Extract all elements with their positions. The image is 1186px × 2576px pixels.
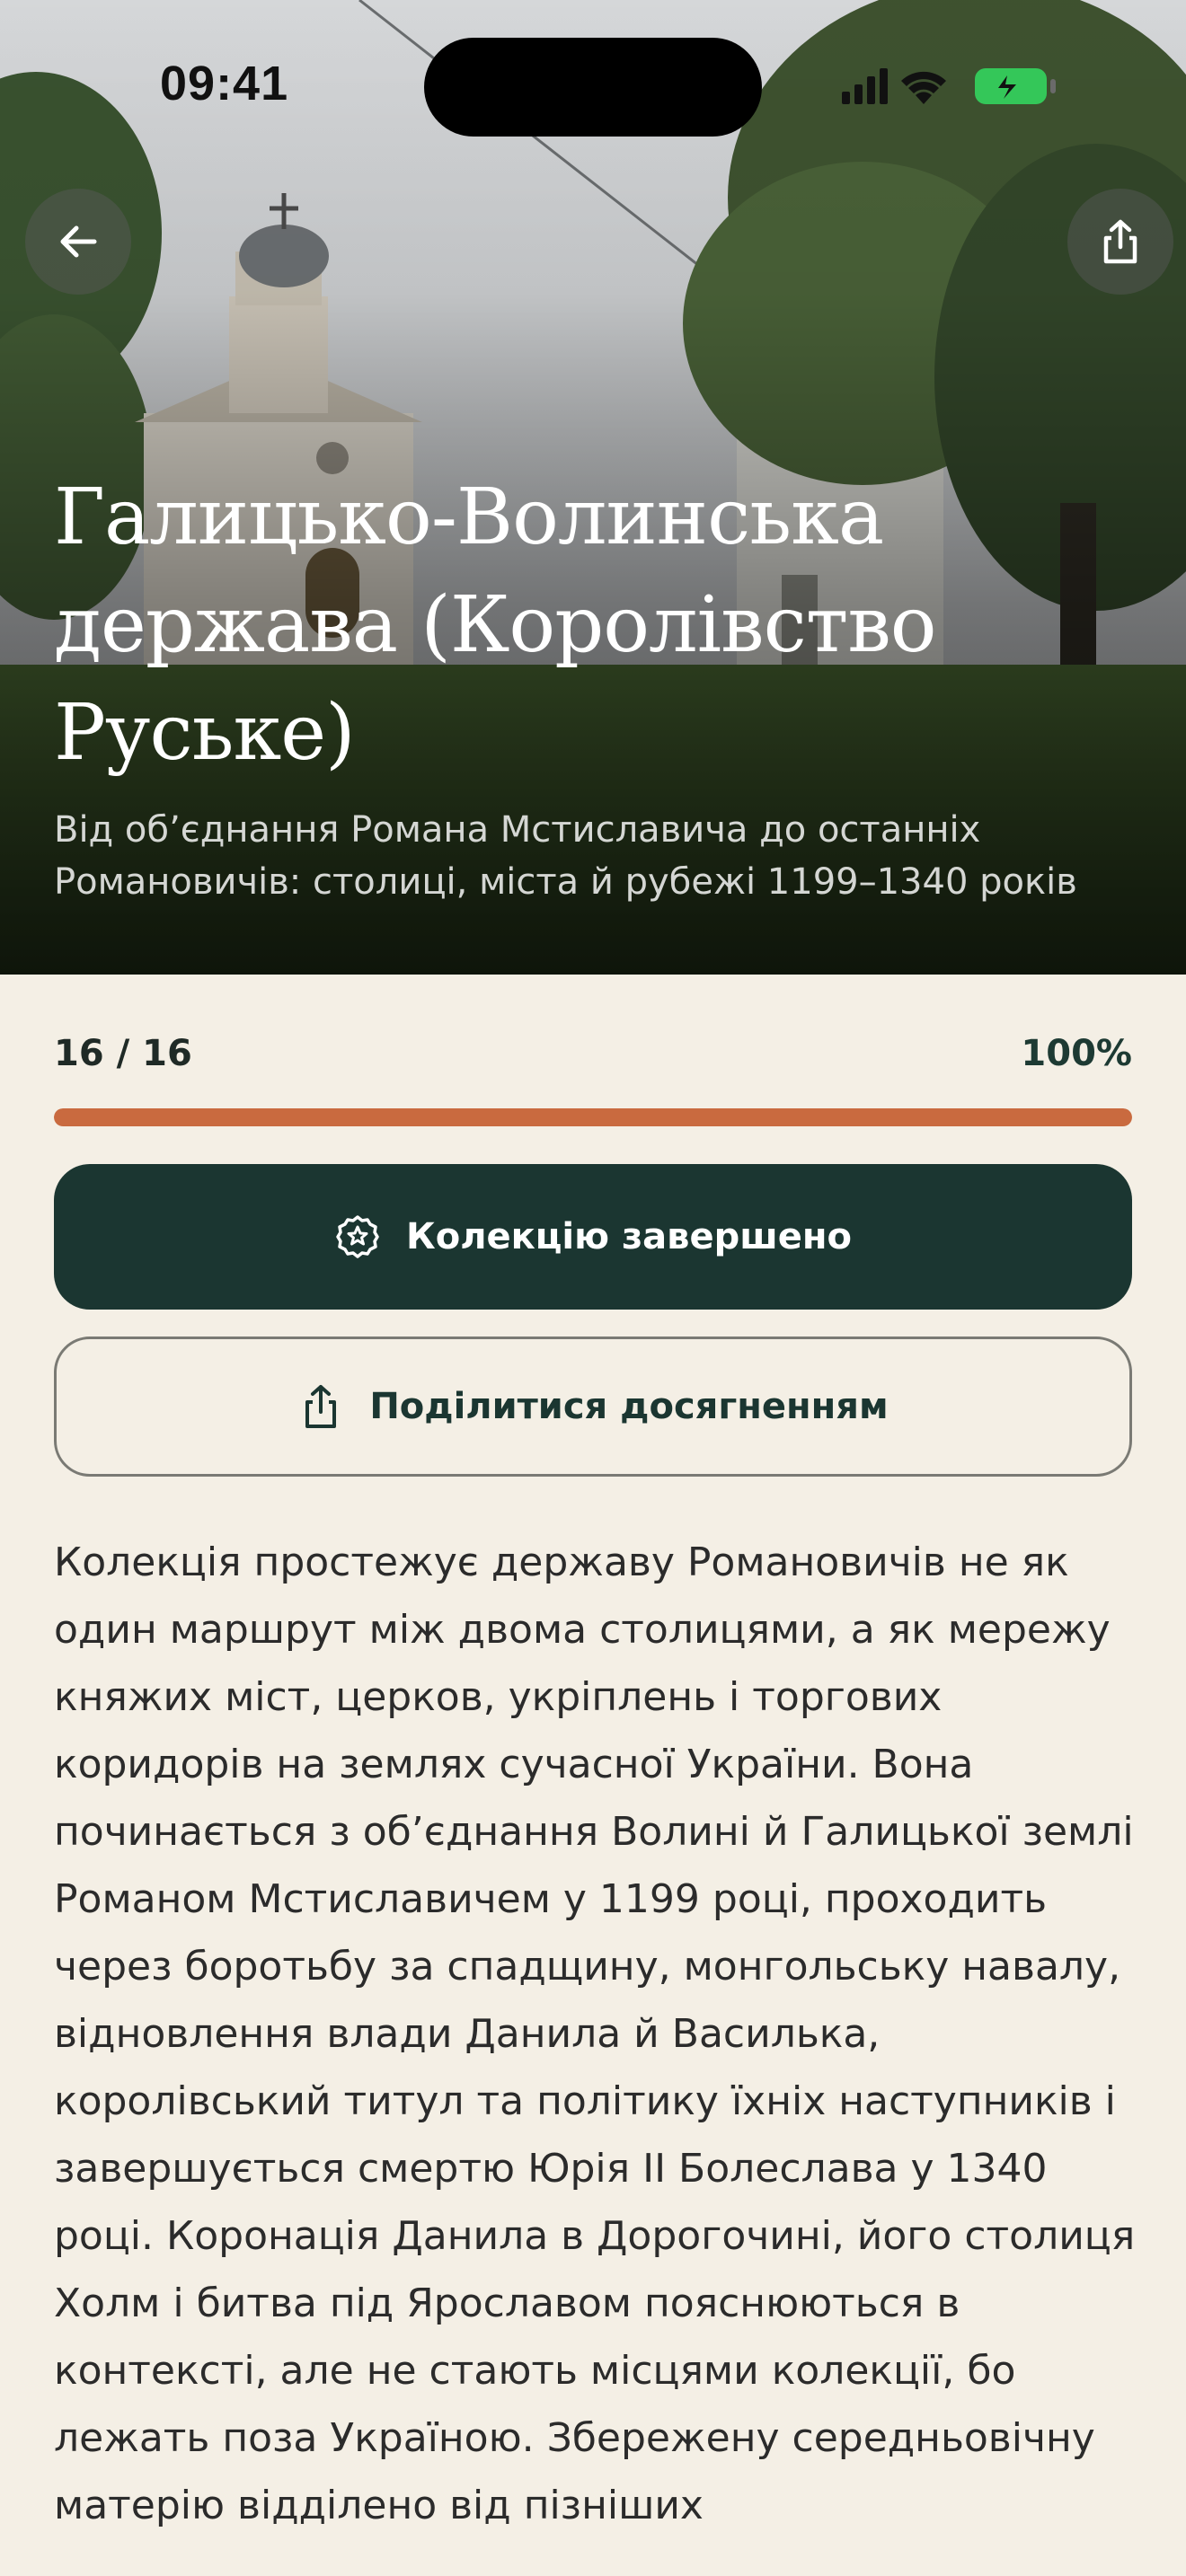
progress-percent: 100% [1021, 1033, 1132, 1074]
collection-screen: 09:41 Галицько-Волинська держава (Королі… [0, 0, 1186, 2576]
progress-count: 16 / 16 [54, 1033, 192, 1074]
collection-description: Колекція простежує державу Романовичів н… [54, 1539, 1136, 2528]
share-icon [1103, 219, 1137, 264]
progress-bar [54, 1108, 1132, 1126]
signal-icon [842, 68, 888, 104]
collection-subtitle: Від об’єднання Романа Мстиславича до ост… [54, 809, 1077, 903]
collection-completed-label: Колекцію завершено [406, 1216, 852, 1257]
collection-title: Галицько-Волинська держава (Королівство … [54, 472, 937, 778]
back-button[interactable] [25, 189, 131, 295]
hero-header: 09:41 Галицько-Волинська держава (Королі… [0, 0, 1186, 975]
progress-bar-fill [54, 1108, 1132, 1126]
award-medal-icon [336, 1215, 379, 1258]
share-achievement-label: Поділитися досягненням [369, 1386, 889, 1427]
share-achievement-button[interactable]: Поділитися досягненням [54, 1337, 1132, 1477]
battery-icon [975, 68, 1056, 104]
collection-completed-button[interactable]: Колекцію завершено [54, 1164, 1132, 1310]
share-icon [305, 1385, 337, 1428]
status-time: 09:41 [160, 57, 289, 110]
share-button[interactable] [1067, 189, 1173, 295]
wifi-icon [901, 71, 946, 104]
dynamic-island [424, 38, 762, 137]
status-icons [842, 68, 1056, 104]
arrow-left-icon [60, 225, 97, 258]
